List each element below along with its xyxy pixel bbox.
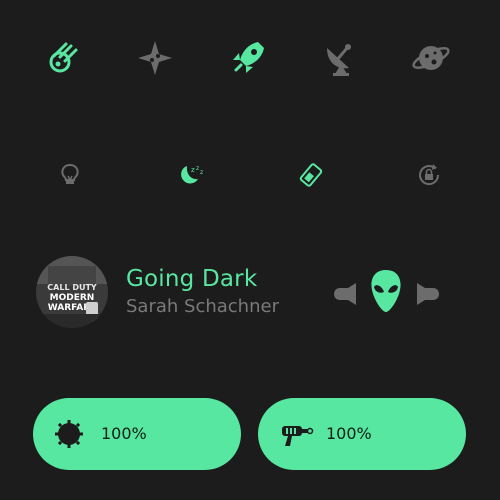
accessory-battery-pill[interactable]: 100% — [258, 398, 466, 470]
device-battery-value: 100% — [101, 424, 147, 443]
shuriken-icon[interactable] — [135, 38, 175, 78]
accessory-battery-value: 100% — [326, 424, 372, 443]
next-icon[interactable] — [415, 280, 443, 308]
rotation-lock-icon[interactable] — [416, 162, 442, 188]
moon-sleep-icon[interactable]: z z z — [176, 162, 203, 188]
lightbulb-icon[interactable] — [57, 162, 83, 188]
svg-text:z: z — [191, 166, 195, 174]
device-icon — [55, 420, 83, 448]
satellite-dish-icon[interactable] — [321, 38, 361, 78]
previous-icon[interactable] — [330, 280, 358, 308]
song-artist: Sarah Schachner — [126, 296, 279, 317]
planet-icon[interactable] — [411, 38, 451, 78]
album-art-line-1: CALL DUTY — [47, 283, 97, 292]
ray-gun-icon — [280, 422, 314, 448]
song-title: Going Dark — [126, 266, 258, 292]
comet-icon[interactable] — [44, 38, 84, 78]
album-art[interactable]: CALL DUTY MODERN WARFARE — [36, 256, 108, 328]
device-battery-pill[interactable]: 100% — [33, 398, 241, 470]
svg-text:z: z — [196, 165, 199, 172]
battery-saver-icon[interactable] — [298, 162, 324, 188]
svg-text:z: z — [200, 169, 203, 176]
rocket-icon[interactable] — [228, 38, 268, 78]
alien-head-icon[interactable] — [368, 268, 404, 314]
album-art-line-2: MODERN — [50, 293, 95, 303]
